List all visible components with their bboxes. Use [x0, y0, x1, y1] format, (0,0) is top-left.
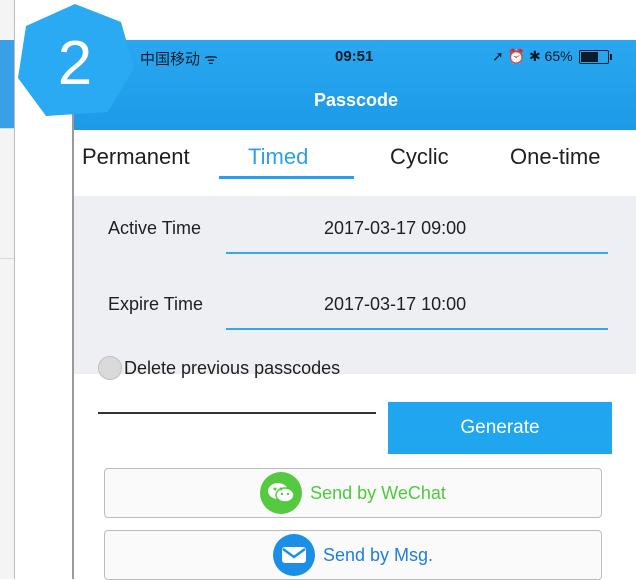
battery-icon	[578, 49, 612, 64]
send-by-msg-label: Send by Msg.	[322, 544, 434, 565]
time-form: Active Time 2017-03-17 09:00 Expire Time…	[74, 196, 636, 374]
generate-button[interactable]: Generate	[388, 402, 612, 454]
tab-cyclic[interactable]: Cyclic	[390, 144, 449, 170]
active-time-field[interactable]: 2017-03-17 09:00	[324, 218, 466, 239]
status-bar: 中国移动 ᯤ 09:51 ➚ ⏰ ✱ 65% Passcode	[74, 40, 636, 130]
passcode-type-tabs: Permanent Timed Cyclic One-time	[74, 136, 636, 182]
send-by-wechat-label: Send by WeChat	[310, 482, 446, 503]
status-time: 09:51	[335, 48, 374, 65]
status-right-text: ➚ ⏰ ✱ 65%	[492, 48, 573, 64]
expire-time-field[interactable]: 2017-03-17 10:00	[324, 294, 466, 315]
step-number: 2	[57, 28, 93, 98]
passcode-output-field[interactable]	[98, 412, 376, 414]
expire-time-label: Expire Time	[108, 294, 204, 314]
delete-previous-label: Delete previous passcodes	[124, 357, 341, 378]
status-carrier: 中国移动 ᯤ	[140, 51, 218, 68]
active-tab-indicator	[219, 176, 354, 179]
expire-time-underline	[226, 328, 608, 330]
send-by-msg-button[interactable]: Send by Msg.	[104, 530, 602, 580]
left-panel-divider	[0, 128, 14, 129]
status-indicators: ➚ ⏰ ✱ 65%	[492, 48, 612, 65]
tab-timed[interactable]: Timed	[248, 144, 308, 170]
active-time-label: Active Time	[108, 218, 202, 238]
left-panel-divider	[0, 258, 14, 259]
page-title: Passcode	[313, 90, 399, 110]
envelope-icon	[272, 534, 315, 576]
active-time-underline	[226, 252, 608, 254]
send-by-wechat-button[interactable]: Send by WeChat	[104, 468, 602, 518]
delete-previous-option[interactable]: Delete previous passcodes	[98, 356, 340, 380]
tab-permanent[interactable]: Permanent	[82, 144, 190, 170]
tab-one-time[interactable]: One-time	[510, 144, 600, 170]
delete-previous-checkbox[interactable]	[98, 356, 122, 380]
wechat-icon	[260, 472, 303, 514]
